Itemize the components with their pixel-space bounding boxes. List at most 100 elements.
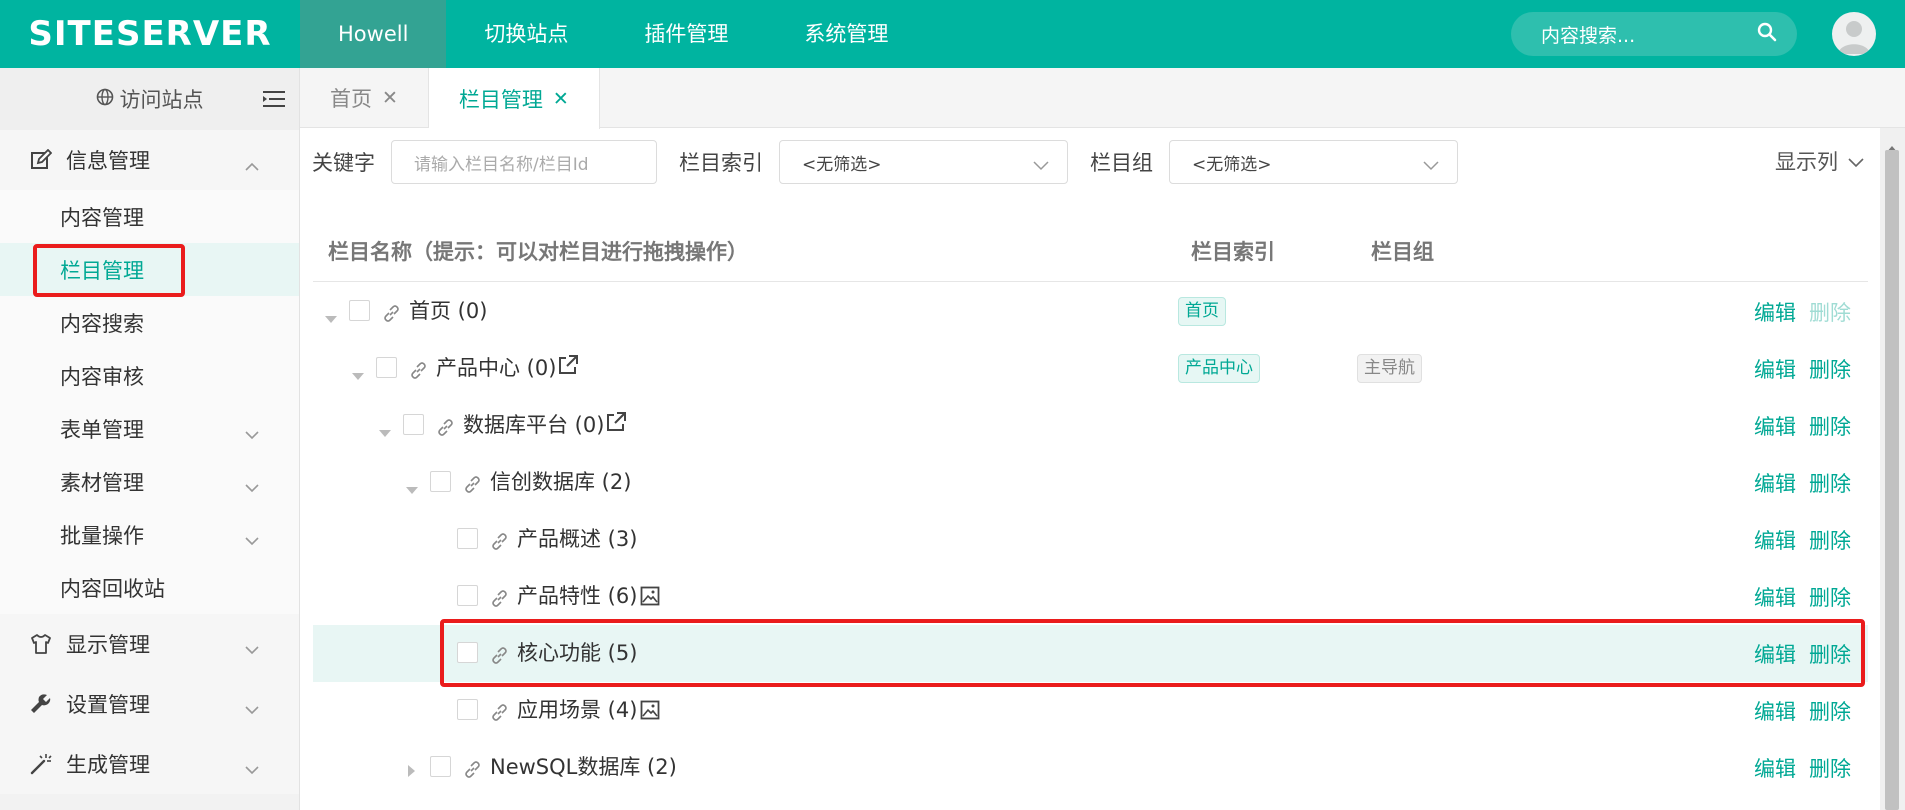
menu-group-display[interactable]: 显示管理: [0, 614, 299, 674]
link-icon: [383, 303, 400, 327]
sidebar-item-forms[interactable]: 表单管理: [0, 402, 299, 455]
nav-item-howell[interactable]: Howell: [300, 0, 447, 68]
row-checkbox[interactable]: [457, 528, 478, 549]
chevron-up-icon: [245, 152, 259, 176]
sidebar: 访问站点 信息管理 内容管理 栏目管理 内容搜索 内容审核 表单管理 素材管理 …: [0, 68, 300, 810]
link-icon: [491, 702, 508, 726]
row-checkbox[interactable]: [457, 585, 478, 606]
search-icon[interactable]: [1757, 22, 1777, 47]
edit-button[interactable]: 编辑: [1754, 354, 1796, 384]
row-checkbox[interactable]: [430, 756, 451, 777]
delete-button[interactable]: 删除: [1809, 582, 1851, 612]
nav-item-switch-site[interactable]: 切换站点: [446, 0, 606, 68]
table-row[interactable]: 首页 (0) 首页 编辑 删除: [313, 283, 1868, 340]
menu-group-info[interactable]: 信息管理: [0, 130, 299, 190]
channel-name[interactable]: 产品特性 (6): [517, 580, 637, 610]
channel-name[interactable]: 信创数据库 (2): [490, 466, 631, 496]
channel-name[interactable]: 首页 (0): [409, 295, 487, 325]
vertical-scrollbar[interactable]: [1880, 128, 1905, 810]
menu-group-label: 信息管理: [66, 149, 150, 173]
menu-collapse-icon[interactable]: [263, 89, 285, 113]
table-row[interactable]: 信创数据库 (2) 编辑 删除: [313, 454, 1868, 511]
menu-group-label: 设置管理: [66, 693, 150, 717]
tab-home[interactable]: 首页 ✕: [300, 68, 429, 128]
row-checkbox[interactable]: [403, 414, 424, 435]
caret-down-icon[interactable]: [325, 305, 337, 329]
edit-button[interactable]: 编辑: [1754, 468, 1796, 498]
nav-item-system[interactable]: 系统管理: [766, 0, 926, 68]
channel-group-tag: 主导航: [1357, 354, 1422, 383]
keyword-label: 关键字: [312, 151, 375, 175]
channel-index-label: 栏目索引: [679, 151, 763, 175]
chevron-down-icon: [1423, 156, 1439, 176]
sidebar-item-batch[interactable]: 批量操作: [0, 508, 299, 561]
menu-group-generate[interactable]: 生成管理: [0, 734, 299, 794]
channel-group-value: <无筛选>: [1192, 154, 1272, 175]
table-row[interactable]: 应用场景 (4) 编辑 删除: [313, 682, 1868, 739]
top-nav: Howell 切换站点 插件管理 系统管理: [300, 0, 926, 68]
sidebar-item-content[interactable]: 内容管理: [0, 190, 299, 243]
scrollbar-thumb[interactable]: [1885, 150, 1899, 810]
close-icon[interactable]: ✕: [382, 87, 398, 109]
table-row[interactable]: 产品中心 (0) 产品中心 主导航 编辑 删除: [313, 340, 1868, 397]
caret-right-icon[interactable]: [408, 758, 416, 782]
delete-button[interactable]: 删除: [1809, 468, 1851, 498]
delete-button[interactable]: 删除: [1809, 525, 1851, 555]
annotation-highlight-row: [440, 619, 1865, 687]
channel-name[interactable]: 应用场景 (4): [517, 694, 637, 724]
edit-button[interactable]: 编辑: [1754, 525, 1796, 555]
delete-button[interactable]: 删除: [1809, 696, 1851, 726]
channel-name[interactable]: 产品中心 (0): [436, 352, 556, 382]
edit-button[interactable]: 编辑: [1754, 753, 1796, 783]
caret-down-icon[interactable]: [352, 362, 364, 386]
keyword-input[interactable]: 请输入栏目名称/栏目Id: [391, 140, 657, 184]
channel-index-tag: 首页: [1178, 297, 1226, 326]
close-icon[interactable]: ✕: [553, 88, 569, 110]
nav-item-plugins[interactable]: 插件管理: [606, 0, 766, 68]
external-link-icon[interactable]: [557, 354, 579, 381]
globe-icon: [96, 87, 114, 111]
menu-group-label: 生成管理: [66, 753, 150, 777]
channel-name[interactable]: 数据库平台 (0): [463, 409, 604, 439]
external-link-icon[interactable]: [605, 411, 627, 438]
edit-button[interactable]: 编辑: [1754, 297, 1796, 327]
caret-down-icon[interactable]: [406, 476, 418, 500]
menu-group-settings[interactable]: 设置管理: [0, 674, 299, 734]
column-header-name: 栏目名称（提示：可以对栏目进行拖拽操作）: [328, 240, 748, 264]
channel-name[interactable]: 产品概述 (3): [517, 523, 637, 553]
channel-name[interactable]: NewSQL数据库 (2): [490, 751, 677, 781]
channel-group-select[interactable]: <无筛选>: [1169, 140, 1458, 184]
table-row[interactable]: 产品概述 (3) 编辑 删除: [313, 511, 1868, 568]
edit-button[interactable]: 编辑: [1754, 582, 1796, 612]
sidebar-item-materials[interactable]: 素材管理: [0, 455, 299, 508]
tab-channel-management[interactable]: 栏目管理 ✕: [428, 68, 600, 129]
row-checkbox[interactable]: [349, 300, 370, 321]
delete-button: 删除: [1809, 301, 1851, 325]
content-search[interactable]: 内容搜索...: [1511, 12, 1797, 56]
edit-button[interactable]: 编辑: [1754, 411, 1796, 441]
delete-button[interactable]: 删除: [1809, 354, 1851, 384]
table-row[interactable]: NewSQL数据库 (2) 编辑 删除: [313, 739, 1868, 796]
column-header-group: 栏目组: [1371, 240, 1434, 264]
site-logo[interactable]: SITESERVER: [0, 0, 300, 68]
sidebar-item-recycle[interactable]: 内容回收站: [0, 561, 299, 614]
table-row[interactable]: 产品特性 (6) 编辑 删除: [313, 568, 1868, 625]
sidebar-item-content-review[interactable]: 内容审核: [0, 349, 299, 402]
caret-down-icon[interactable]: [379, 419, 391, 443]
display-columns-toggle[interactable]: 显示列: [1775, 146, 1864, 176]
row-checkbox[interactable]: [430, 471, 451, 492]
tab-bar: 首页 ✕ 栏目管理 ✕: [300, 68, 1905, 129]
sidebar-item-label: 批量操作: [60, 523, 144, 548]
sidebar-item-label: 素材管理: [60, 470, 144, 495]
search-input[interactable]: 内容搜索...: [1541, 21, 1757, 48]
row-checkbox[interactable]: [457, 699, 478, 720]
user-avatar[interactable]: [1832, 12, 1876, 56]
channel-index-select[interactable]: <无筛选>: [779, 140, 1068, 184]
row-checkbox[interactable]: [376, 357, 397, 378]
edit-button[interactable]: 编辑: [1754, 696, 1796, 726]
sidebar-item-content-search[interactable]: 内容搜索: [0, 296, 299, 349]
delete-button[interactable]: 删除: [1809, 411, 1851, 441]
visit-site-link[interactable]: 访问站点: [0, 68, 299, 130]
table-row[interactable]: 数据库平台 (0) 编辑 删除: [313, 397, 1868, 454]
delete-button[interactable]: 删除: [1809, 753, 1851, 783]
